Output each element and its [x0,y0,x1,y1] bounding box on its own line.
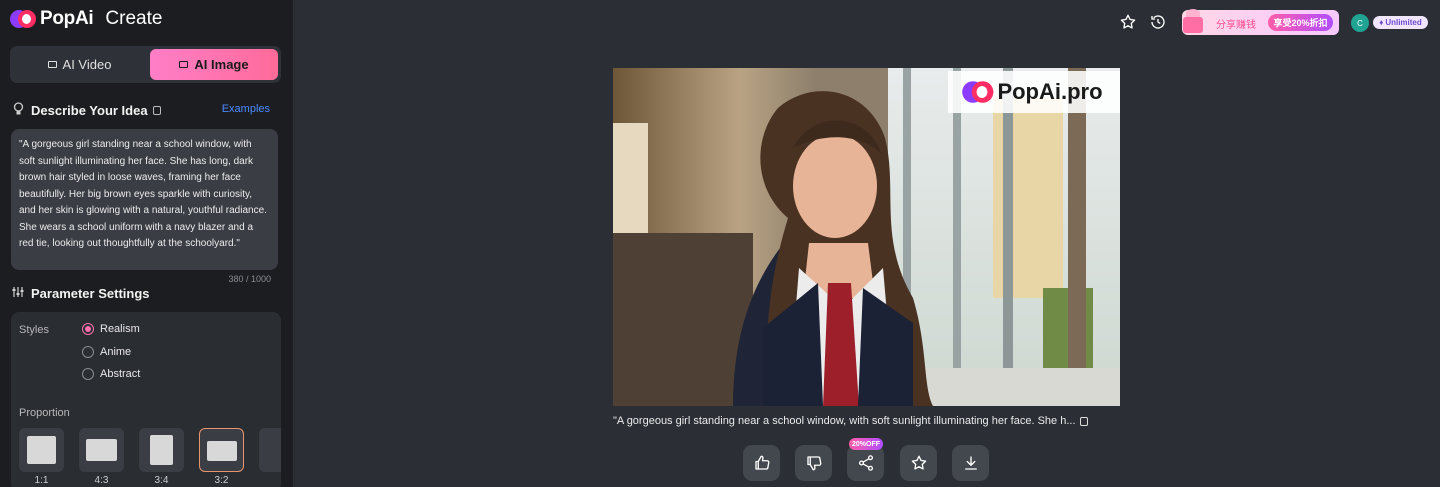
radio-selected-icon [82,323,94,335]
ratio-3-2[interactable] [199,428,244,472]
image-caption: "A gorgeous girl standing near a school … [613,415,1088,427]
popai-logo-icon [962,80,997,104]
parameter-heading-text: Parameter Settings [31,286,150,301]
mode-tabs: AI Video AI Image [10,46,281,83]
diamond-icon: ♦ [1379,18,1384,27]
plan-badge[interactable]: ♦ Unlimited [1373,16,1428,29]
dislike-button[interactable] [795,445,832,481]
sliders-icon [11,286,25,301]
style-option-realism[interactable]: Realism [82,323,140,335]
describe-heading-text: Describe Your Idea [31,103,148,118]
thumbs-down-icon [806,456,821,471]
plan-badge-label: Unlimited [1385,18,1422,27]
ratio-label: 1:1 [34,475,49,486]
copy-icon[interactable] [1079,416,1088,426]
share-discount-badge: 20%OFF [849,438,883,450]
ratio-landscape-icon [86,439,117,461]
ratio-label: 3:2 [214,475,229,486]
promo-discount-pill: 享受20%折扣 [1268,14,1333,31]
image-caption-text: "A gorgeous girl standing near a school … [613,415,1076,427]
examples-link[interactable]: Examples [222,103,270,115]
prompt-textarea[interactable]: "A gorgeous girl standing near a school … [11,129,278,270]
popai-logo-icon [10,9,38,29]
favorite-button[interactable] [900,445,937,481]
watermark: PopAi.pro [948,71,1120,113]
ratio-wide-icon [207,441,237,461]
promo-text: 分享赚钱 [1216,20,1256,31]
brand[interactable]: PopAi Create [10,7,162,31]
style-option-label: Abstract [100,368,141,380]
share-button[interactable] [847,445,884,481]
copy-icon[interactable] [152,106,161,115]
ratio-4-3[interactable] [79,428,124,472]
styles-label: Styles [19,324,49,336]
ratio-label: 3:4 [154,475,169,486]
history-icon[interactable] [1149,13,1167,31]
tab-ai-image[interactable]: AI Image [150,49,278,80]
tab-ai-video-label: AI Video [62,57,112,72]
ratio-1-1[interactable] [19,428,64,472]
style-option-label: Realism [100,323,140,335]
ratio-square-icon [27,436,56,464]
tab-ai-video[interactable]: AI Video [13,49,146,80]
video-icon [47,61,57,68]
radio-icon [82,368,94,380]
promo-banner[interactable]: 分享赚钱 享受20%折扣 [1182,9,1339,35]
share-icon [858,455,873,471]
ratio-label: 4:3 [94,475,109,486]
download-button[interactable] [952,445,989,481]
thumbs-up-icon [754,455,769,470]
watermark-text: PopAi.pro [997,79,1103,104]
favorite-star-icon[interactable] [1119,13,1137,31]
style-option-abstract[interactable]: Abstract [82,368,140,380]
char-counter: 380 / 1000 [228,274,271,284]
like-button[interactable] [743,445,780,481]
brand-name: PopAi [40,8,94,29]
star-icon [911,455,926,470]
avatar[interactable]: C [1351,14,1369,32]
generated-image-art [613,68,1120,406]
ratio-more[interactable] [259,428,281,472]
generated-image[interactable]: PopAi.pro [613,68,1120,406]
style-option-anime[interactable]: Anime [82,346,131,358]
lightbulb-icon [11,102,25,119]
style-option-label: Anime [100,346,132,358]
gift-icon [1180,5,1206,35]
sidebar: PopAi Create AI Video AI Image Describe … [0,0,293,487]
tab-ai-image-label: AI Image [194,57,249,72]
page-title: Create [105,8,163,29]
ratio-portrait-icon [150,435,173,465]
ratio-3-4[interactable] [139,428,184,472]
image-icon [179,61,189,68]
download-icon [964,456,977,470]
describe-heading: Describe Your Idea [11,102,161,119]
radio-icon [82,346,94,358]
parameter-panel: Styles Realism Anime Abstract Proportion… [11,312,281,487]
parameter-heading: Parameter Settings [11,286,150,301]
proportion-label: Proportion [19,407,70,419]
